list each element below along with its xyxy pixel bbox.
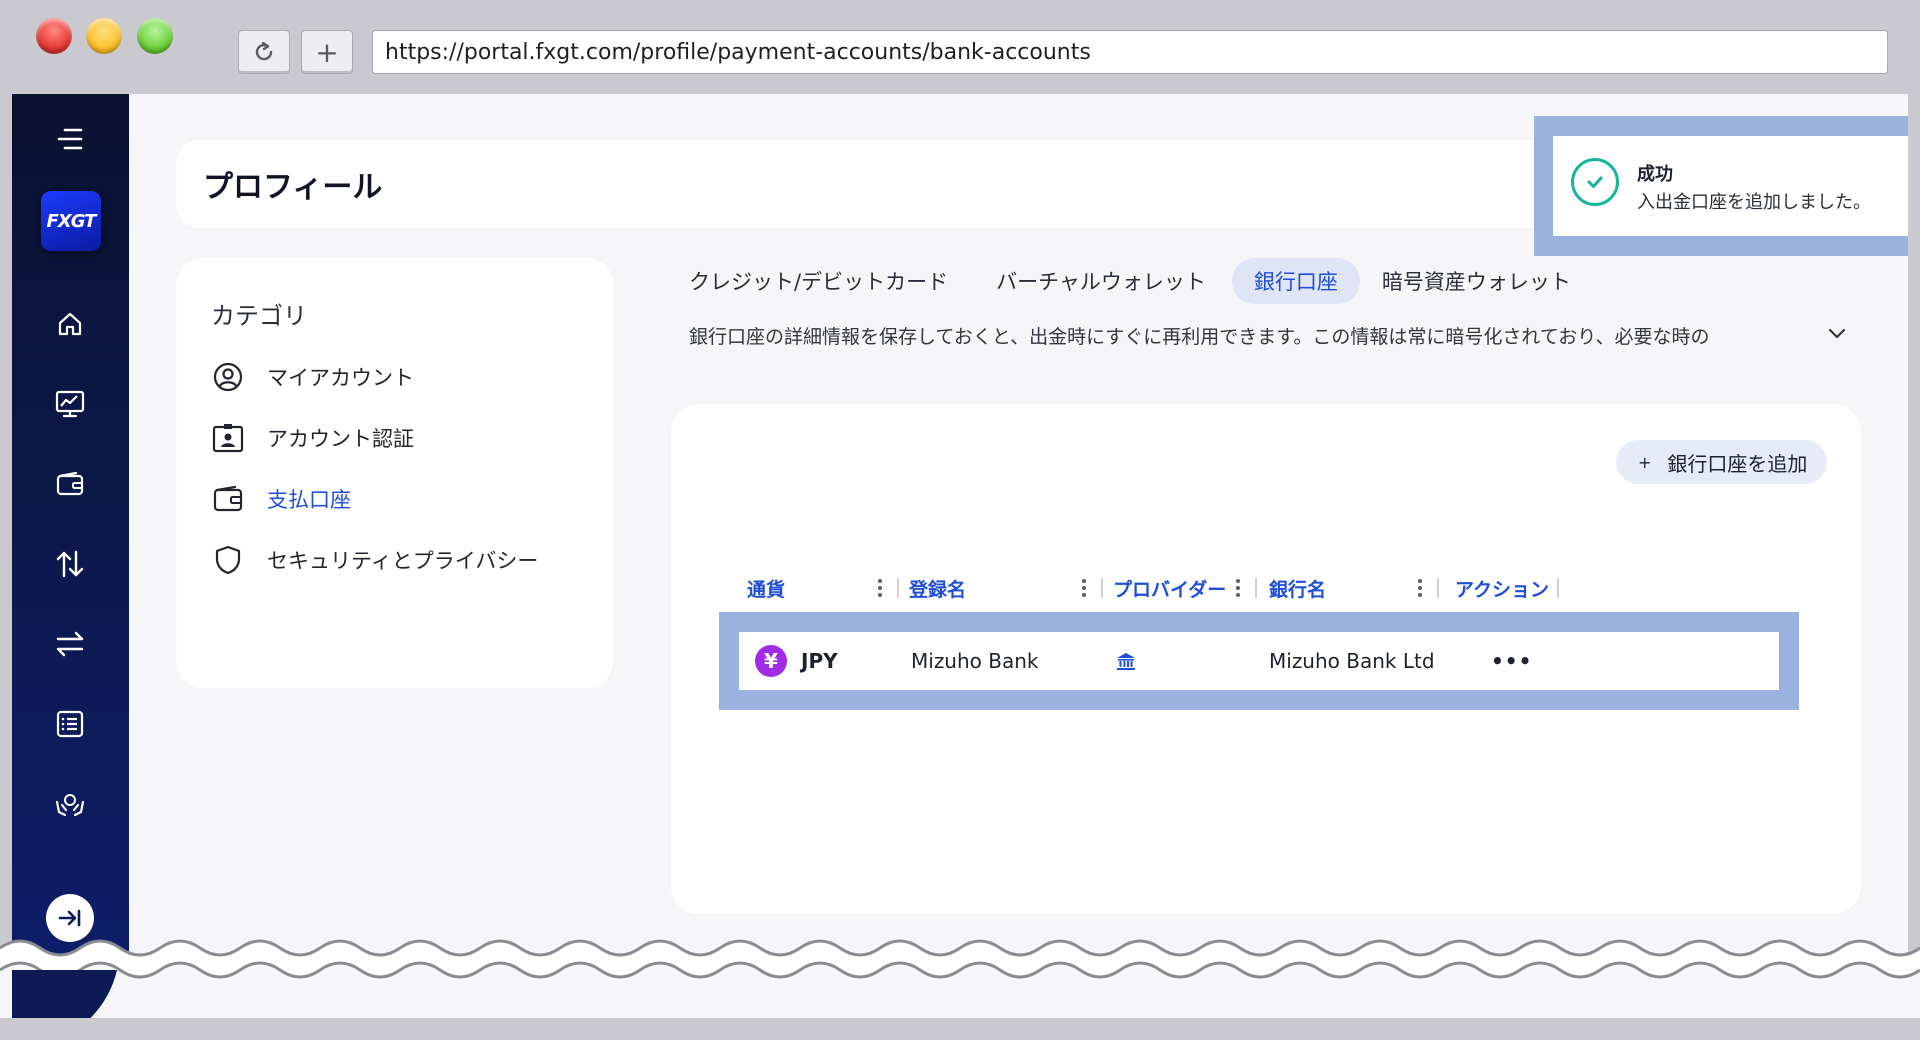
column-header-provider[interactable]: プロバイダー xyxy=(1113,570,1226,606)
toast-message: 入出金口座を追加しました。 xyxy=(1637,192,1871,213)
column-divider[interactable] xyxy=(1557,578,1559,598)
cell-provider xyxy=(1115,632,1137,690)
category-label: マイアカウント xyxy=(267,366,414,390)
list-document-icon xyxy=(56,710,84,738)
reload-icon xyxy=(255,41,273,61)
wallet-icon xyxy=(211,482,245,516)
user-circle-icon xyxy=(211,360,245,394)
tab-bank-account[interactable]: 銀行口座 xyxy=(1231,258,1360,304)
cell-currency: ¥ JPY xyxy=(755,632,838,690)
currency-code: JPY xyxy=(801,649,838,673)
description-text: 銀行口座の詳細情報を保存しておくと、出金時にすぐに再利用できます。この情報は常に… xyxy=(689,326,1710,348)
column-menu-icon[interactable] xyxy=(873,576,887,600)
category-title: カテゴリ xyxy=(211,302,307,330)
address-bar[interactable]: https://portal.fxgt.com/profile/payment-… xyxy=(372,30,1888,74)
add-bank-account-button[interactable]: + 銀行口座を追加 xyxy=(1616,440,1828,484)
browser-chrome: + https://portal.fxgt.com/profile/paymen… xyxy=(0,0,1920,94)
exchange-arrows-icon xyxy=(56,631,84,657)
torn-edge-decoration xyxy=(0,939,1920,1040)
window-minimize-button[interactable] xyxy=(86,18,122,54)
payment-tabs: クレジット/デビットカード バーチャルウォレット 銀行口座 暗号資産ウォレット xyxy=(667,258,1593,304)
add-bank-account-label: 銀行口座を追加 xyxy=(1667,451,1808,476)
tab-crypto-wallet[interactable]: 暗号資産ウォレット xyxy=(1360,258,1593,304)
plus-icon: + xyxy=(1638,452,1652,472)
category-card: カテゴリ マイアカウント アカウント認証 支払口座 セキュリティとプライバシー xyxy=(177,258,613,688)
page-header: プロフィール xyxy=(177,140,1677,228)
column-divider[interactable] xyxy=(1101,578,1103,598)
cell-account-name: Mizuho Bank xyxy=(911,649,1039,673)
column-divider[interactable] xyxy=(1437,578,1439,598)
check-circle-icon xyxy=(1571,158,1619,206)
logo-text: FXGT xyxy=(46,210,97,232)
category-item-payment-accounts[interactable]: 支払口座 xyxy=(211,482,351,516)
hands-money-icon xyxy=(55,794,85,817)
trading-chart-icon xyxy=(55,390,85,418)
reload-button[interactable] xyxy=(238,30,290,74)
arrow-right-bar-icon xyxy=(58,909,81,927)
menu-toggle-button[interactable] xyxy=(49,118,91,160)
tab-virtual-wallet[interactable]: バーチャルウォレット xyxy=(974,258,1228,304)
column-menu-icon[interactable] xyxy=(1077,576,1091,600)
column-divider[interactable] xyxy=(897,578,899,598)
toast-title: 成功 xyxy=(1637,164,1673,185)
sidebar-item-wallet[interactable] xyxy=(49,463,91,505)
category-label: セキュリティとプライバシー xyxy=(267,549,539,573)
window-maximize-button[interactable] xyxy=(137,18,173,54)
id-card-icon xyxy=(211,421,245,455)
column-header-currency[interactable]: 通貨 xyxy=(747,570,785,606)
column-menu-icon[interactable] xyxy=(1413,576,1427,600)
sidebar-item-home[interactable] xyxy=(49,303,91,345)
transfer-arrows-icon xyxy=(56,550,84,578)
chevron-down-icon xyxy=(1828,328,1846,339)
sidebar-item-trading[interactable] xyxy=(49,383,91,425)
home-icon xyxy=(58,312,82,336)
success-toast: 成功 入出金口座を追加しました。 xyxy=(1553,136,1908,236)
main-content: プロフィール カテゴリ マイアカウント アカウント認証 支払口座 セキュリティと… xyxy=(129,94,1908,1040)
yen-currency-icon: ¥ xyxy=(755,645,787,677)
wallet-icon xyxy=(56,471,84,496)
table-row[interactable]: ¥ JPY Mizuho Bank Mizuho Bank Ltd ••• xyxy=(739,632,1779,690)
sidebar-item-transfer[interactable] xyxy=(49,543,91,585)
page-title: プロフィール xyxy=(203,170,383,205)
row-actions-button[interactable]: ••• xyxy=(1491,632,1532,690)
category-item-security[interactable]: セキュリティとプライバシー xyxy=(211,543,538,577)
column-header-bank[interactable]: 銀行名 xyxy=(1269,570,1326,606)
window-close-button[interactable] xyxy=(36,18,72,54)
column-menu-icon[interactable] xyxy=(1231,576,1245,600)
category-item-verification[interactable]: アカウント認証 xyxy=(211,421,414,455)
category-label: 支払口座 xyxy=(267,488,351,512)
expand-description-button[interactable] xyxy=(1822,318,1852,348)
sidebar-item-partner[interactable] xyxy=(49,783,91,825)
plus-icon: + xyxy=(315,35,339,69)
column-divider[interactable] xyxy=(1255,578,1257,598)
sidebar-item-reports[interactable] xyxy=(49,703,91,745)
new-tab-button[interactable]: + xyxy=(301,30,353,74)
sidebar: FXGT xyxy=(12,94,129,1040)
bank-icon xyxy=(1117,653,1135,670)
cell-bank-name: Mizuho Bank Ltd xyxy=(1269,649,1435,673)
table-header: 通貨 登録名 プロバイダー 銀行名 アクション xyxy=(719,570,1759,606)
column-header-action[interactable]: アクション xyxy=(1455,570,1549,606)
bank-account-panel: + 銀行口座を追加 通貨 登録名 プロバイダー 銀行名 アクション ¥ JPY … xyxy=(671,404,1861,914)
url-text: https://portal.fxgt.com/profile/payment-… xyxy=(385,39,1091,65)
category-item-my-account[interactable]: マイアカウント xyxy=(211,360,414,394)
column-header-name[interactable]: 登録名 xyxy=(909,570,966,606)
hamburger-menu-icon xyxy=(57,128,83,150)
app-window: FXGT プロフィール カテゴリ マイアカウント アカウント認証 支払口座 セキ… xyxy=(12,94,1908,1040)
tab-credit-card[interactable]: クレジット/デビットカード xyxy=(667,258,970,304)
fxgt-logo[interactable]: FXGT xyxy=(41,191,101,251)
category-label: アカウント認証 xyxy=(267,427,414,451)
sidebar-item-exchange[interactable] xyxy=(49,623,91,665)
shield-icon xyxy=(211,543,245,577)
